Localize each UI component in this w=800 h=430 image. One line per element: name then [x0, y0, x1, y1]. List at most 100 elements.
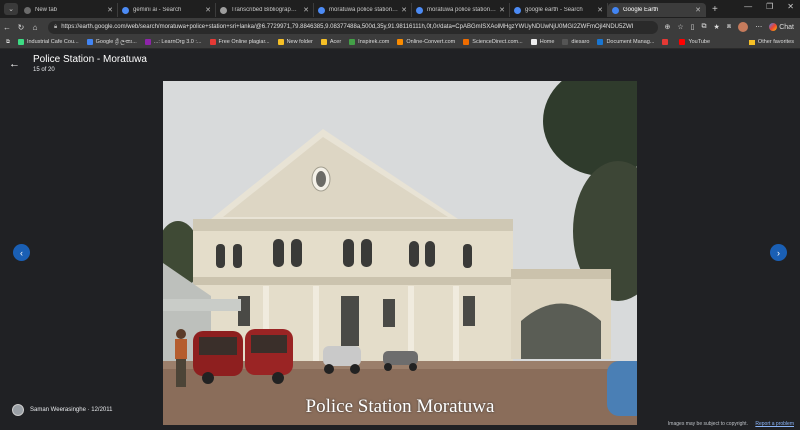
- photo-counter: 15 of 20: [33, 67, 55, 73]
- photo-title: Police Station - Moratuwa: [33, 54, 147, 65]
- browser-tab-bar: ⌄ New tab ✕ gemini ai - Search ✕ Transcribed…: [0, 0, 800, 18]
- bookmark-item[interactable]: Acer: [320, 39, 342, 46]
- report-problem-link[interactable]: Report a problem: [755, 421, 794, 427]
- window-controls: — ❐ ✕: [744, 2, 794, 11]
- bookmark-item[interactable]: New folder: [277, 39, 313, 46]
- bookmark-item[interactable]: [662, 39, 671, 46]
- bookmark-item[interactable]: Document Manag...: [597, 39, 654, 46]
- favorites-icon[interactable]: ★: [713, 23, 719, 31]
- photo-credit[interactable]: Saman Weerasinghe · 12/2011: [12, 404, 113, 416]
- browser-tab[interactable]: New tab ✕: [20, 3, 118, 17]
- bookmark-label: Online-Convert.com: [406, 39, 456, 45]
- tab-close-icon[interactable]: ✕: [597, 6, 603, 14]
- tab-favicon-icon: [220, 6, 227, 14]
- bookmark-item[interactable]: Free Online plagiar...: [209, 39, 270, 46]
- tab-close-icon[interactable]: ✕: [401, 6, 407, 14]
- tab-favicon-icon: [416, 6, 423, 14]
- bookmark-item[interactable]: Google ශ්‍රී ලංකා...: [86, 38, 137, 46]
- bookmark-label: YouTube: [688, 39, 711, 45]
- credit-text: Saman Weerasinghe · 12/2011: [30, 407, 113, 413]
- close-window-icon[interactable]: ✕: [787, 2, 794, 11]
- bookmark-item[interactable]: Inspirek.com: [349, 39, 389, 46]
- browser-tools: ⊕ ☆ ▯ ⧉ ★ ⧈ ⋯ Chat: [664, 22, 794, 32]
- bookmark-favicon-icon: [562, 39, 569, 45]
- refresh-icon[interactable]: ↻: [14, 23, 28, 32]
- folder-icon: [748, 39, 755, 45]
- bookmark-item[interactable]: Industrial Cafe Cou...: [17, 39, 79, 46]
- tab-label: Transcribed Bibliography Text: [231, 7, 300, 13]
- zoom-icon[interactable]: ⊕: [664, 23, 670, 31]
- bookmark-favicon-icon: [17, 39, 24, 45]
- favorite-star-icon[interactable]: ☆: [677, 23, 683, 31]
- bookmark-label: Home: [539, 39, 555, 45]
- collections-icon[interactable]: ⧈: [727, 23, 731, 31]
- tab-actions-icon[interactable]: ⌄: [4, 3, 18, 15]
- other-favorites-label: Other favorites: [757, 39, 794, 45]
- bookmark-label: Google ශ්‍රී ලංකා...: [95, 38, 137, 45]
- url-text: https://earth.google.com/web/search/mora…: [61, 24, 634, 30]
- bookmark-label: Industrial Cafe Cou...: [26, 39, 79, 45]
- bookmark-label: Document Manag...: [606, 39, 655, 45]
- bookmark-favicon-icon: [597, 39, 604, 45]
- other-favorites[interactable]: Other favorites: [748, 39, 794, 45]
- tab-label: moratuwa police station - Search: [329, 7, 398, 13]
- browser-tab[interactable]: Transcribed Bibliography Text✕: [216, 3, 314, 17]
- chevron-right-icon[interactable]: ›: [770, 244, 787, 261]
- bookmark-favicon-icon: [530, 39, 537, 45]
- tab-label: gemini ai - Search: [133, 7, 182, 13]
- bookmark-label: Free Online plagiar...: [218, 39, 270, 45]
- bookmark-favicon-icon: [349, 39, 356, 45]
- chat-button[interactable]: Chat: [769, 23, 794, 31]
- tab-favicon-icon: [24, 6, 31, 14]
- tab-favicon-icon: [318, 6, 325, 14]
- tab-label: New tab: [35, 7, 58, 13]
- profile-avatar[interactable]: [738, 22, 749, 32]
- new-tab-button[interactable]: +: [712, 4, 718, 15]
- photo-image: Police Station Moratuwa: [163, 81, 637, 425]
- arrow-left-icon[interactable]: ←: [9, 58, 20, 70]
- bookmark-label: diesaro: [571, 39, 590, 45]
- police-station-photo: [163, 81, 637, 425]
- browser-tab[interactable]: moratuwa police station sri lanka✕: [412, 3, 510, 17]
- bookmark-favicon-icon: [86, 39, 93, 45]
- bookmark-label: ...: LearnOrg 3.0 :...: [153, 39, 202, 45]
- tab-close-icon[interactable]: ✕: [303, 6, 309, 14]
- more-icon[interactable]: ⋯: [755, 23, 762, 31]
- bookmark-item[interactable]: ...: LearnOrg 3.0 :...: [144, 39, 202, 46]
- split-screen-icon[interactable]: ▯: [691, 23, 695, 31]
- tab-close-icon[interactable]: ✕: [205, 6, 211, 14]
- tab-favicon-icon: [514, 6, 521, 14]
- tab-favicon-icon: [122, 6, 129, 14]
- bookmark-favicon-icon: [463, 39, 470, 45]
- bookmark-item[interactable]: YouTube: [679, 39, 710, 46]
- home-icon[interactable]: ⌂: [28, 23, 42, 32]
- bookmark-favicon-icon: [277, 39, 284, 45]
- address-toolbar: ← ↻ ⌂ 🔒︎ https://earth.google.com/web/se…: [0, 18, 800, 36]
- url-bar[interactable]: 🔒︎ https://earth.google.com/web/search/m…: [48, 20, 659, 34]
- bookmark-label: Inspirek.com: [358, 39, 390, 45]
- tab-label: Google Earth: [623, 7, 659, 13]
- bookmark-item[interactable]: Online-Convert.com: [397, 39, 455, 46]
- browser-tab[interactable]: gemini ai - Search ✕: [118, 3, 216, 17]
- lock-icon: 🔒︎: [54, 23, 58, 30]
- bookmark-favicon-icon: [662, 39, 669, 45]
- tab-close-icon[interactable]: ✕: [499, 6, 505, 14]
- back-nav-icon[interactable]: ←: [0, 23, 14, 32]
- copyright-text: Images may be subject to copyright.: [667, 421, 748, 427]
- browser-tab[interactable]: Google Earth ✕: [608, 3, 706, 17]
- bookmark-favicon-icon: [320, 39, 327, 45]
- chevron-left-icon[interactable]: ‹: [13, 244, 30, 261]
- browser-tab[interactable]: moratuwa police station - Search✕: [314, 3, 412, 17]
- bookmark-favicon-icon: [679, 39, 686, 45]
- bookmark-item[interactable]: diesaro: [562, 39, 589, 46]
- bookmark-item[interactable]: Home: [530, 39, 555, 46]
- chat-label: Chat: [779, 23, 794, 31]
- extensions-icon[interactable]: ⧉: [701, 23, 706, 31]
- restore-icon[interactable]: ❐: [766, 2, 773, 11]
- bookmark-label: Acer: [329, 39, 342, 45]
- bookmark-item[interactable]: ScienceDirect.com...: [463, 39, 523, 46]
- minimize-icon[interactable]: —: [744, 2, 752, 11]
- tab-close-icon[interactable]: ✕: [695, 6, 701, 14]
- browser-tab[interactable]: google earth - Search ✕: [510, 3, 608, 17]
- tab-close-icon[interactable]: ✕: [107, 6, 113, 14]
